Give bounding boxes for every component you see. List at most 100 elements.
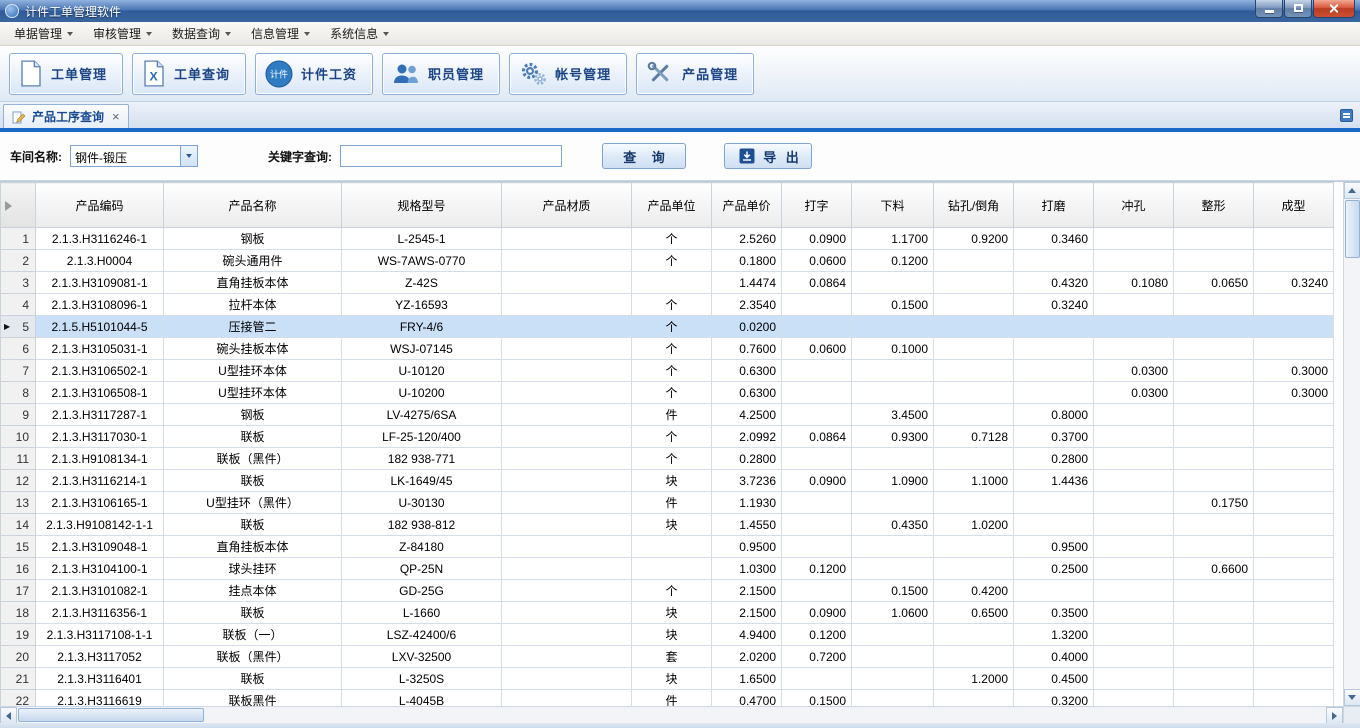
cell[interactable]: 0.0200 — [712, 316, 782, 338]
cell[interactable] — [1254, 558, 1334, 580]
cell[interactable]: 碗头通用件 — [164, 250, 342, 272]
cell[interactable] — [1014, 316, 1094, 338]
cell[interactable] — [1174, 448, 1254, 470]
cell[interactable]: 2.1.3.H3105031-1 — [36, 338, 164, 360]
cell[interactable]: 块 — [632, 470, 712, 492]
cell[interactable]: 0.1500 — [852, 294, 934, 316]
cell[interactable]: 块 — [632, 602, 712, 624]
cell[interactable] — [502, 228, 632, 250]
cell[interactable] — [502, 448, 632, 470]
cell[interactable]: 0.3000 — [1254, 360, 1334, 382]
cell[interactable]: 0.3460 — [1014, 228, 1094, 250]
cell[interactable]: 2.1.3.H3117287-1 — [36, 404, 164, 426]
cell[interactable] — [1014, 580, 1094, 602]
table-row[interactable]: 192.1.3.H3117108-1-1联板（一）LSZ-42400/6块4.9… — [1, 624, 1334, 646]
cell[interactable] — [1094, 294, 1174, 316]
cell[interactable]: 个 — [632, 316, 712, 338]
cell[interactable]: 联板 — [164, 514, 342, 536]
column-header[interactable]: 产品名称 — [164, 183, 342, 228]
cell[interactable]: 个 — [632, 360, 712, 382]
column-header[interactable]: 产品编码 — [36, 183, 164, 228]
cell[interactable] — [1014, 250, 1094, 272]
row-number[interactable]: 16 — [1, 558, 36, 580]
table-row[interactable]: 102.1.3.H3117030-1联板LF-25-120/400个2.0992… — [1, 426, 1334, 448]
cell[interactable] — [782, 294, 852, 316]
row-number[interactable]: 7 — [1, 360, 36, 382]
cell[interactable] — [1174, 580, 1254, 602]
cell[interactable]: 压接管二 — [164, 316, 342, 338]
table-row[interactable]: 122.1.3.H3116214-1联板LK-1649/45块3.72360.0… — [1, 470, 1334, 492]
cell[interactable]: 0.4700 — [712, 690, 782, 707]
cell[interactable] — [1094, 668, 1174, 690]
cell[interactable] — [1094, 250, 1174, 272]
row-number[interactable]: 17 — [1, 580, 36, 602]
row-number[interactable]: 8 — [1, 382, 36, 404]
cell[interactable]: 0.1200 — [782, 558, 852, 580]
cell[interactable]: 0.8000 — [1014, 404, 1094, 426]
row-number[interactable]: 3 — [1, 272, 36, 294]
column-header[interactable]: 产品材质 — [502, 183, 632, 228]
cell[interactable]: 0.4320 — [1014, 272, 1094, 294]
cell[interactable]: 4.9400 — [712, 624, 782, 646]
cell[interactable]: 0.0864 — [782, 272, 852, 294]
table-row[interactable]: 162.1.3.H3104100-1球头挂环QP-25N1.03000.1200… — [1, 558, 1334, 580]
cell[interactable]: LF-25-120/400 — [342, 426, 502, 448]
cell[interactable]: 2.1.3.H3116401 — [36, 668, 164, 690]
cell[interactable] — [934, 492, 1014, 514]
cell[interactable] — [1174, 690, 1254, 707]
cell[interactable]: Z-84180 — [342, 536, 502, 558]
cell[interactable] — [852, 492, 934, 514]
cell[interactable]: 件 — [632, 492, 712, 514]
cell[interactable] — [782, 514, 852, 536]
cell[interactable]: U型挂环本体 — [164, 360, 342, 382]
cell[interactable] — [934, 536, 1014, 558]
cell[interactable] — [502, 250, 632, 272]
cell[interactable]: 2.1.3.H3116356-1 — [36, 602, 164, 624]
row-number[interactable]: 10 — [1, 426, 36, 448]
cell[interactable]: 1.6500 — [712, 668, 782, 690]
cell[interactable] — [1254, 624, 1334, 646]
product-management-button[interactable]: 产品管理 — [636, 53, 754, 95]
cell[interactable]: 0.3200 — [1014, 690, 1094, 707]
menu-item-info-management[interactable]: 信息管理 — [241, 22, 320, 45]
cell[interactable] — [1254, 514, 1334, 536]
column-header[interactable]: 冲孔 — [1094, 183, 1174, 228]
cell[interactable] — [1174, 360, 1254, 382]
scroll-up-button[interactable] — [1344, 182, 1360, 199]
row-number[interactable]: 6 — [1, 338, 36, 360]
cell[interactable]: 0.1200 — [852, 250, 934, 272]
cell[interactable]: 0.1750 — [1174, 492, 1254, 514]
cell[interactable] — [852, 382, 934, 404]
cell[interactable] — [1094, 558, 1174, 580]
cell[interactable]: 0.9200 — [934, 228, 1014, 250]
cell[interactable]: 0.2500 — [1014, 558, 1094, 580]
cell[interactable] — [934, 360, 1014, 382]
cell[interactable]: 2.0200 — [712, 646, 782, 668]
cell[interactable] — [1094, 624, 1174, 646]
cell[interactable]: 1.2000 — [934, 668, 1014, 690]
cell[interactable] — [1254, 404, 1334, 426]
cell[interactable] — [1094, 536, 1174, 558]
cell[interactable]: 个 — [632, 338, 712, 360]
cell[interactable]: 0.0300 — [1094, 382, 1174, 404]
maximize-button[interactable] — [1284, 0, 1312, 18]
cell[interactable] — [1094, 316, 1174, 338]
cell[interactable] — [502, 624, 632, 646]
cell[interactable] — [782, 536, 852, 558]
table-row[interactable]: 82.1.3.H3106508-1U型挂环本体U-10200个0.63000.0… — [1, 382, 1334, 404]
cell[interactable] — [1174, 426, 1254, 448]
keyword-input[interactable] — [340, 145, 562, 167]
cell[interactable]: 2.1.3.H3106508-1 — [36, 382, 164, 404]
cell[interactable] — [934, 448, 1014, 470]
cell[interactable] — [934, 250, 1014, 272]
cell[interactable] — [1254, 492, 1334, 514]
cell[interactable]: 1.4474 — [712, 272, 782, 294]
cell[interactable]: 0.9300 — [852, 426, 934, 448]
cell[interactable]: 2.1.3.H0004 — [36, 250, 164, 272]
cell[interactable] — [1094, 426, 1174, 448]
cell[interactable] — [934, 316, 1014, 338]
cell[interactable]: 0.1000 — [852, 338, 934, 360]
cell[interactable] — [934, 338, 1014, 360]
cell[interactable] — [1094, 690, 1174, 707]
cell[interactable]: LK-1649/45 — [342, 470, 502, 492]
